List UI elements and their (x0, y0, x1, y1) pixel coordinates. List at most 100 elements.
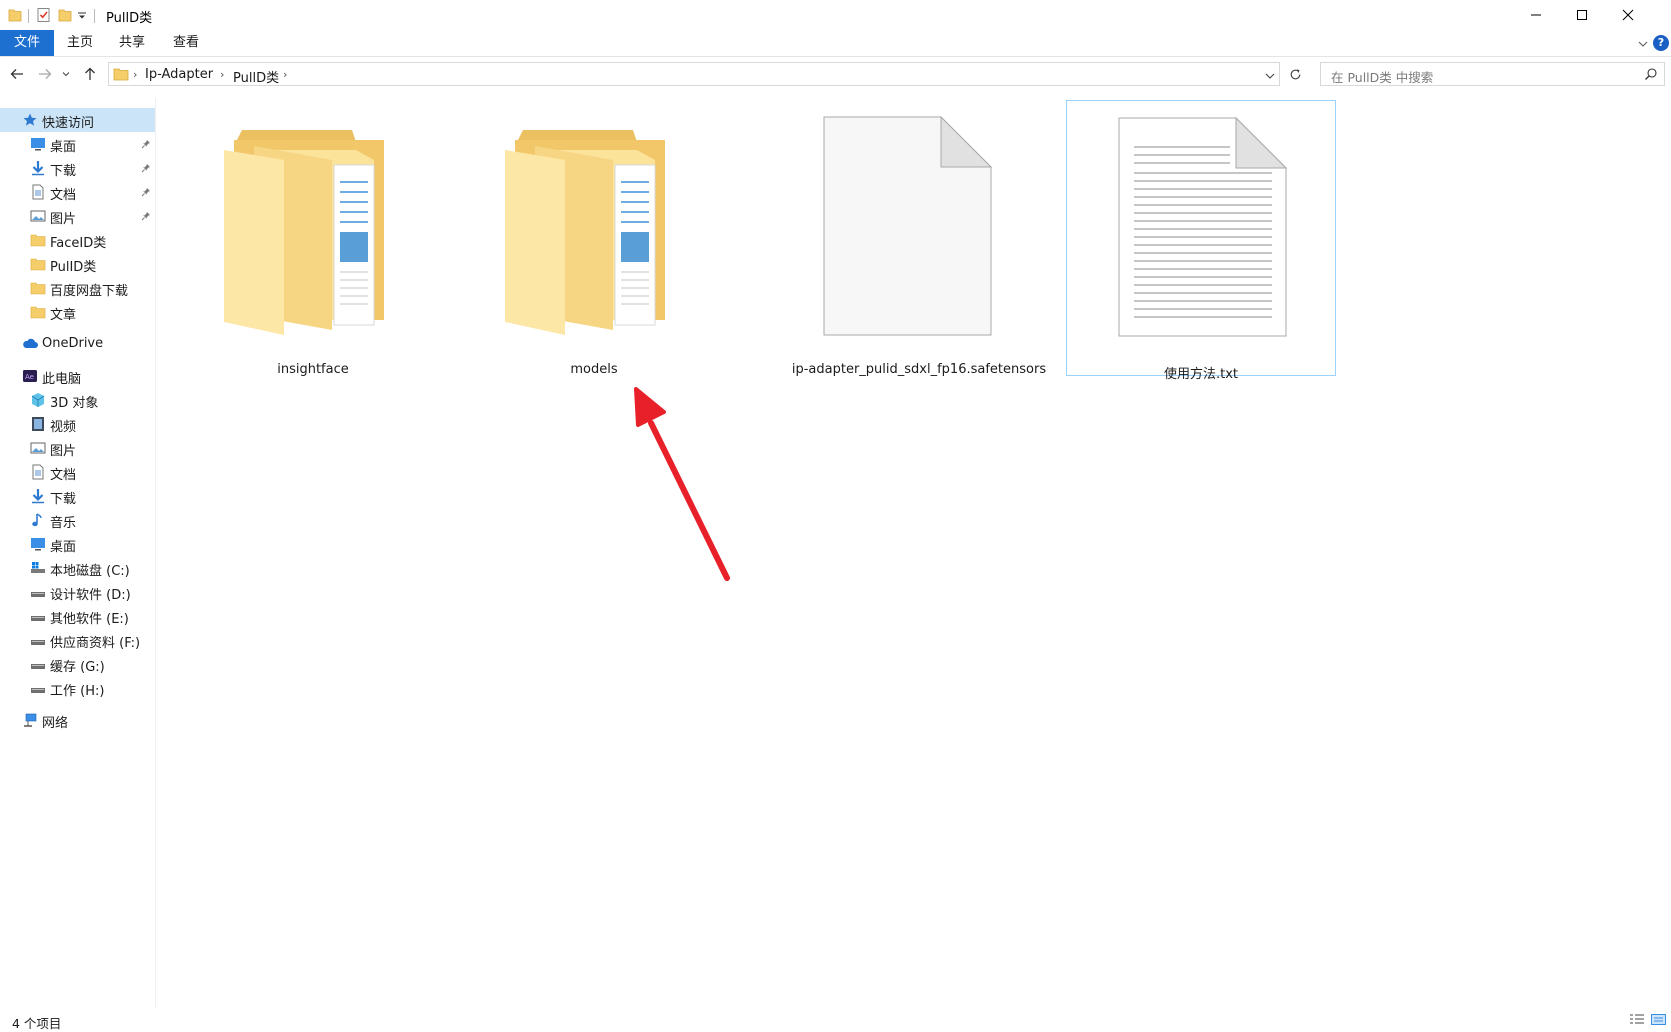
sidebar-item-downloads[interactable]: 下载 (0, 484, 155, 508)
sidebar-item-3d-objects[interactable]: 3D 对象 (0, 388, 155, 412)
sidebar-item-folder[interactable]: FaceID类 (0, 228, 155, 252)
breadcrumb-chevron-icon[interactable]: › (283, 68, 287, 81)
sidebar-item-pictures[interactable]: 图片 (0, 204, 155, 228)
pin-icon[interactable] (141, 210, 151, 225)
tab-file[interactable]: 文件 (0, 30, 54, 56)
refresh-button[interactable] (1284, 62, 1306, 86)
breadcrumb-ip-adapter[interactable]: Ip-Adapter (145, 67, 213, 82)
ribbon-tabs: 文件 主页 共享 查看 ? (0, 30, 1671, 57)
navigation-bar: › Ip-Adapter › PullD类 › 在 PullD类 中搜索 (0, 57, 1671, 91)
navigation-pane: 快速访问 桌面 下载 文档 图片 FaceID类 PulID类 百度网盘下载 文… (0, 98, 155, 1008)
sidebar-label: 快速访问 (42, 116, 95, 131)
sidebar-label: 工作 (H:) (50, 684, 105, 699)
sidebar-label: PulID类 (50, 260, 97, 275)
download-icon (30, 160, 46, 176)
title-bar: PullD类 (0, 0, 1671, 30)
sidebar-label: 缓存 (G:) (50, 660, 105, 675)
properties-icon[interactable] (36, 7, 52, 26)
sidebar-item-documents[interactable]: 文档 (0, 180, 155, 204)
file-item-folder[interactable]: insightface (178, 100, 448, 377)
address-history-chevron-icon[interactable] (1265, 70, 1275, 84)
recent-locations-chevron-icon[interactable] (59, 62, 73, 86)
sidebar-item-folder[interactable]: 百度网盘下载 (0, 276, 155, 300)
large-icons-view-icon[interactable] (1650, 1012, 1668, 1028)
file-item-file[interactable]: ip-adapter_pulid_sdxl_fp16.safetensors (784, 100, 1054, 377)
file-view: insightface models ip-adapter_pulid_sdxl… (156, 92, 1671, 1008)
pin-icon[interactable] (141, 138, 151, 153)
maximize-button[interactable] (1559, 0, 1605, 30)
drive-icon (30, 680, 46, 696)
sidebar-item-drive-e[interactable]: 其他软件 (E:) (0, 604, 155, 628)
sidebar-label: 设计软件 (D:) (50, 588, 131, 603)
expand-ribbon-chevron-icon[interactable] (1638, 38, 1648, 52)
sidebar-item-folder[interactable]: 文章 (0, 300, 155, 324)
sidebar-item-videos[interactable]: 视频 (0, 412, 155, 436)
pin-icon[interactable] (141, 186, 151, 201)
sidebar-item-downloads[interactable]: 下载 (0, 156, 155, 180)
back-button[interactable] (6, 62, 28, 86)
details-view-icon[interactable] (1628, 1012, 1646, 1028)
sidebar-item-network[interactable]: 网络 (0, 708, 155, 732)
desktop-icon (30, 136, 46, 152)
pin-icon[interactable] (141, 162, 151, 177)
sidebar-item-pictures[interactable]: 图片 (0, 436, 155, 460)
breadcrumb-chevron-icon[interactable]: › (220, 68, 224, 81)
breadcrumb-current[interactable]: PullD类 (233, 67, 279, 86)
file-item-folder[interactable]: models (459, 100, 729, 377)
new-folder-icon[interactable] (58, 7, 72, 26)
search-box[interactable]: 在 PullD类 中搜索 (1320, 62, 1665, 86)
pictures-icon (30, 440, 46, 456)
minimize-button[interactable] (1513, 0, 1559, 30)
search-input[interactable]: 在 PullD类 中搜索 (1331, 67, 1433, 86)
sidebar-item-desktop[interactable]: 桌面 (0, 132, 155, 156)
sidebar-item-drive-g[interactable]: 缓存 (G:) (0, 652, 155, 676)
sidebar-label: 供应商资料 (F:) (50, 636, 141, 651)
cloud-icon (22, 336, 38, 352)
sidebar-item-drive-c[interactable]: 本地磁盘 (C:) (0, 556, 155, 580)
this-pc-icon: Ae (22, 368, 38, 384)
breadcrumb-chevron-icon[interactable]: › (133, 68, 137, 81)
sidebar-item-folder[interactable]: PulID类 (0, 252, 155, 276)
tab-home[interactable]: 主页 (60, 30, 100, 56)
sidebar-item-desktop[interactable]: 桌面 (0, 532, 155, 556)
close-button[interactable] (1605, 0, 1651, 30)
sidebar-item-documents[interactable]: 文档 (0, 460, 155, 484)
music-icon (30, 512, 46, 528)
address-bar[interactable]: › Ip-Adapter › PullD类 › (108, 62, 1280, 86)
sidebar-item-onedrive[interactable]: OneDrive (0, 332, 155, 356)
star-icon (22, 112, 38, 128)
folder-icon (113, 66, 129, 85)
folder-icon (30, 232, 46, 248)
sidebar-item-drive-h[interactable]: 工作 (H:) (0, 676, 155, 700)
sidebar-item-this-pc[interactable]: Ae 此电脑 (0, 364, 155, 388)
help-icon[interactable]: ? (1653, 35, 1669, 51)
up-button[interactable] (79, 62, 101, 86)
videos-icon (30, 416, 46, 432)
sidebar-label: 文档 (50, 468, 77, 483)
text-file-icon (1118, 117, 1288, 337)
sidebar-label: FaceID类 (50, 236, 107, 251)
tab-view[interactable]: 查看 (166, 30, 206, 56)
sidebar-label: 网络 (42, 716, 69, 731)
document-icon (30, 184, 46, 200)
customize-toolbar-chevron-icon[interactable] (77, 10, 87, 24)
sidebar-item-music[interactable]: 音乐 (0, 508, 155, 532)
3d-objects-icon (30, 392, 46, 408)
drive-icon (30, 632, 46, 648)
sidebar-item-drive-d[interactable]: 设计软件 (D:) (0, 580, 155, 604)
sidebar-item-drive-f[interactable]: 供应商资料 (F:) (0, 628, 155, 652)
file-item-text[interactable]: 使用方法.txt (1066, 100, 1336, 382)
drive-icon (30, 584, 46, 600)
folder-icon (224, 130, 384, 335)
drive-icon (30, 608, 46, 624)
search-icon[interactable] (1644, 67, 1658, 84)
sidebar-label: 图片 (50, 444, 77, 459)
sidebar-item-quick-access[interactable]: 快速访问 (0, 108, 155, 132)
tab-share[interactable]: 共享 (112, 30, 152, 56)
pictures-icon (30, 208, 46, 224)
forward-button[interactable] (34, 62, 56, 86)
file-name: ip-adapter_pulid_sdxl_fp16.safetensors (791, 362, 1047, 377)
folder-icon (30, 280, 46, 296)
desktop-icon (30, 536, 46, 552)
file-name: insightface (277, 362, 349, 377)
